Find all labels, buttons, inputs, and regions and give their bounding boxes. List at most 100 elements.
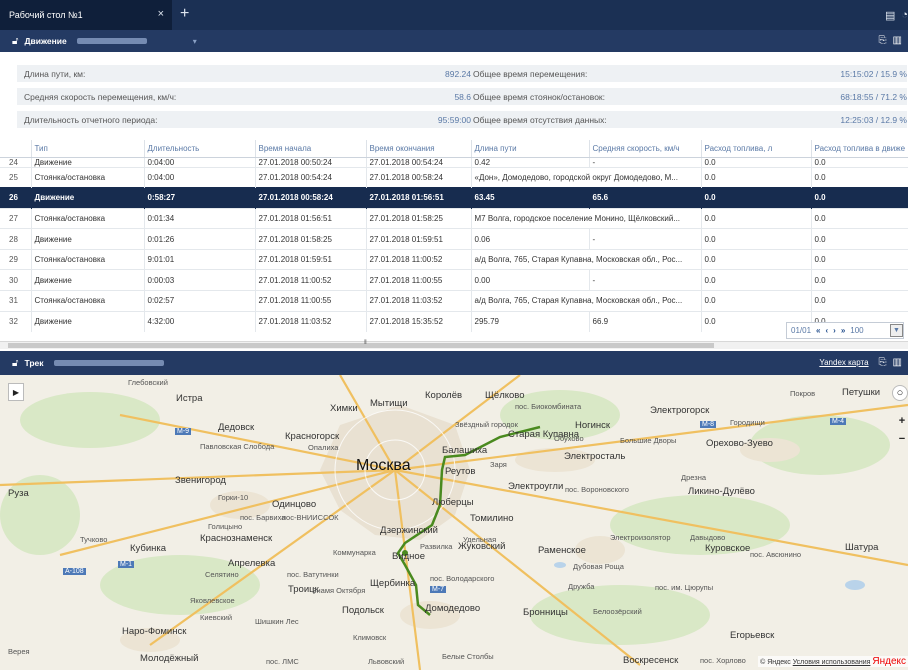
table-row[interactable]: 28 Движение 0:01:26 27.01.2018 01:58:25 27.0… [0, 228, 908, 250]
table-cell: 27.01.2018 00:54:24 [365, 156, 471, 167]
table-cell: 0:04:00 [143, 166, 255, 188]
table-cell: 0.0 [700, 290, 811, 312]
map-label: Дубовая Роща [573, 562, 624, 571]
table-cell: 30 [0, 269, 31, 291]
play-track-button[interactable]: ▶ [8, 383, 24, 401]
col-header-start[interactable]: Время начала [254, 140, 366, 158]
add-tab-icon[interactable]: + [180, 5, 189, 23]
motion-panel-header: 🔓︎ Движение ▾ ⎘ ▥ [0, 30, 908, 52]
map-label: Электроизолятор [610, 533, 671, 542]
map-label: пос. Хорлово [700, 656, 746, 665]
map-label: пос. им. Цюрупы [655, 583, 714, 592]
table-cell: 0.0 [700, 166, 811, 188]
table-cell: Стоянка/остановка [30, 248, 144, 270]
road-number-badge: М-9 [175, 428, 192, 435]
map-label: Звенигород [175, 475, 226, 486]
columns-icon[interactable]: ▥ [893, 357, 902, 368]
table-cell: 0.0 [700, 248, 811, 270]
map-label: Королёв [425, 390, 463, 401]
track-map[interactable]: ▶ ○ + − Глебовский Истра Химки Мытищи Королё… [0, 375, 908, 670]
terms-link[interactable]: Условия использования [793, 659, 871, 666]
avg-speed-label: Средняя скорость перемещения, км/ч: [24, 91, 177, 102]
page-size-dropdown-icon[interactable]: ▼ [890, 324, 903, 337]
table-cell: 25 [0, 166, 31, 188]
table-cell: 0.0 [700, 156, 811, 167]
table-row[interactable]: 26 Движение 0:58:27 27.01.2018 00:58:24 27.0… [0, 187, 908, 209]
col-header-fuel[interactable]: Расход топлива, л [700, 140, 811, 158]
close-tab-icon[interactable]: × [158, 8, 164, 20]
table-cell: 27.01.2018 11:00:55 [365, 269, 471, 291]
map-label: Подольск [342, 605, 384, 616]
table-cell: Движение [30, 156, 144, 167]
summary-row: Длина пути, км: 892.24 Общее время перем… [17, 65, 907, 82]
table-cell: 28 [0, 228, 31, 250]
export-icon[interactable]: ⎘ [879, 357, 887, 368]
table-cell: 27 [0, 207, 31, 229]
table-cell: 27.01.2018 01:59:51 [365, 228, 471, 250]
map-label: пос. ЛМС [266, 657, 299, 666]
vehicle-dropdown-icon[interactable]: ▾ [193, 37, 197, 46]
map-label: Орехово-Зуево [706, 438, 773, 449]
prev-page-icon[interactable]: ‹ [825, 326, 828, 335]
table-cell: 27.01.2018 11:03:52 [365, 290, 471, 312]
col-header-type[interactable]: Тип [30, 140, 144, 158]
motion-table: Тип Длительность Время начала Время окон… [0, 140, 908, 342]
table-cell: 0:01:34 [143, 207, 255, 229]
table-row[interactable]: 29 Стоянка/остановка 9:01:01 27.01.2018 01:… [0, 248, 908, 270]
map-label: Красногорск [285, 431, 340, 442]
map-label: Электрогорск [650, 405, 710, 416]
col-header-end[interactable]: Время окончания [365, 140, 471, 158]
move-time-label: Общее время перемещения: [473, 68, 588, 79]
map-label: Краснознаменск [200, 533, 273, 544]
table-cell: 295.79 [470, 310, 589, 332]
map-label: Обухово [554, 434, 584, 443]
table-cell: 27.01.2018 11:03:52 [254, 310, 366, 332]
yandex-map-link[interactable]: Yandex карта [819, 358, 868, 367]
scrollbar-thumb[interactable] [8, 343, 714, 348]
unlock-icon[interactable]: 🔓︎ [12, 358, 18, 369]
table-cell: 0:01:26 [143, 228, 255, 250]
table-row[interactable]: 27 Стоянка/остановка 0:01:34 27.01.2018 01:… [0, 207, 908, 229]
vehicle-name-blurred [76, 38, 147, 44]
zoom-in-button[interactable]: + [896, 413, 908, 429]
first-page-icon[interactable]: « [816, 326, 820, 335]
table-row[interactable]: 25 Стоянка/остановка 0:04:00 27.01.2018 00:… [0, 166, 908, 188]
map-label: Горки-10 [218, 493, 249, 502]
table-row[interactable]: 31 Стоянка/остановка 0:02:57 27.01.2018 11:… [0, 290, 908, 312]
map-label: Удельная [463, 535, 497, 544]
col-header-length[interactable]: Длина пути [470, 140, 589, 158]
map-label: Дедовск [218, 422, 255, 433]
columns-icon[interactable]: ▥ [893, 35, 902, 46]
col-header-duration[interactable]: Длительность [143, 140, 255, 158]
table-row[interactable]: 32 Движение 4:32:00 27.01.2018 11:03:52 27.0… [0, 310, 908, 332]
table-cell: Стоянка/остановка [30, 166, 144, 188]
table-horizontal-scrollbar[interactable]: ⦀ [0, 340, 908, 349]
table-cell: 0.0 [810, 290, 908, 312]
settings-icon[interactable]: ◔ [901, 9, 908, 22]
table-cell: а/д Волга, 765, Старая Купавна, Московск… [470, 290, 701, 312]
tab-workspace-1[interactable]: Рабочий стол №1 × [0, 0, 172, 30]
export-icon[interactable]: ⎘ [879, 35, 887, 46]
table-row[interactable]: 30 Движение 0:00:03 27.01.2018 11:00:52 27.0… [0, 269, 908, 291]
table-row[interactable]: 24 Движение 0:04:00 27.01.2018 00:50:24 27.0… [0, 156, 908, 167]
zoom-out-button[interactable]: − [896, 431, 908, 447]
map-label: Шатура [845, 542, 879, 553]
table-cell: 27.01.2018 11:00:55 [254, 290, 366, 312]
col-header-avg-speed[interactable]: Средняя скорость, км/ч [588, 140, 701, 158]
unlock-icon[interactable]: 🔓︎ [12, 36, 18, 47]
map-label: Мытищи [370, 398, 408, 409]
geolocation-button[interactable]: ○ [892, 385, 908, 401]
table-cell: 0.0 [700, 269, 811, 291]
col-header-index[interactable] [0, 140, 31, 158]
map-label: Знамя Октября [312, 586, 366, 595]
page-size[interactable]: 100 [850, 326, 863, 335]
last-page-icon[interactable]: » [841, 326, 845, 335]
chat-icon[interactable]: ▤ [885, 9, 895, 22]
table-cell: 27.01.2018 00:54:24 [254, 166, 366, 188]
table-cell: Стоянка/остановка [30, 207, 144, 229]
col-header-fuel-moving[interactable]: Расход топлива в движе [810, 140, 908, 158]
next-page-icon[interactable]: › [833, 326, 836, 335]
map-label: Ногинск [575, 420, 611, 431]
map-label: Развилка [420, 542, 453, 551]
table-cell: 0.0 [700, 187, 811, 209]
